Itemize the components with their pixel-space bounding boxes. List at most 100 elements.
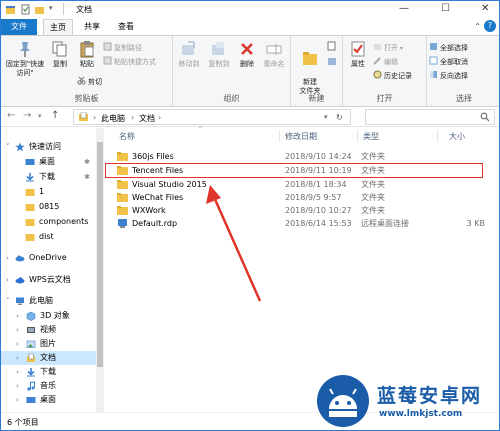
file-row[interactable]: WXWork 2018/9/10 10:27 文件夹 [111,204,495,217]
move-to-icon [182,41,195,55]
tab-view[interactable]: 查看 [111,19,141,35]
window-title: 文档 [76,5,92,14]
file-row[interactable]: 360js Files 2018/9/10 14:24 文件夹 [111,150,495,163]
search-icon[interactable] [480,112,490,122]
nav-item-folder-0815[interactable]: 0815 [1,200,96,214]
tab-file[interactable]: 文件 [1,19,37,35]
file-row[interactable]: Tencent Files 2018/9/11 10:19 文件夹 [111,164,495,177]
nav-quick-access[interactable]: ˅ 快速访问 [1,140,96,154]
expand-chevron-icon[interactable]: › [16,393,19,407]
expand-chevron-icon[interactable]: › [6,251,9,265]
expand-chevron-icon[interactable]: › [16,337,19,351]
select-none-button[interactable]: 全部取消 [429,56,468,67]
ribbon-collapse-chevron-icon[interactable]: ⌃ [474,22,481,31]
expand-chevron-icon[interactable]: ˅ [6,140,10,154]
search-box[interactable] [365,109,495,125]
nav-pc-music[interactable]: › 音乐 [1,379,96,393]
expand-chevron-icon[interactable]: › [16,351,19,365]
tab-share[interactable]: 共享 [77,19,107,35]
nav-pc-pictures[interactable]: › 图片 [1,337,96,351]
nav-item-folder-1[interactable]: 1 [1,185,96,199]
cut-button[interactable]: 剪切 [77,76,102,87]
nav-scrollbar-thumb[interactable] [97,142,103,367]
file-row[interactable]: WeChat Files 2018/9/5 9:57 文件夹 [111,191,495,204]
properties-qa-icon[interactable] [20,4,31,15]
forward-arrow-icon[interactable]: → [23,110,31,121]
easy-access-icon[interactable] [327,56,337,66]
open-button[interactable]: 打开 ▾ [373,42,403,53]
nav-pc-3d-objects[interactable]: › 3D 对象 [1,309,96,323]
file-row[interactable]: Visual Studio 2015 2018/8/1 18:34 文件夹 [111,178,495,191]
edit-button[interactable]: 编辑 [373,56,398,67]
nav-pc-desktop[interactable]: › 桌面 [1,393,96,407]
search-input[interactable] [370,111,478,123]
column-header-name[interactable]: 名称 [119,131,135,142]
expand-chevron-icon[interactable]: › [16,365,19,379]
column-divider[interactable] [357,130,358,142]
expand-chevron-icon[interactable]: › [16,379,19,393]
open-group: 属性 打开 ▾ 编辑 历史记录 打开 [343,36,427,106]
column-divider[interactable] [437,130,438,142]
new-folder-button[interactable]: 新建 文件夹 [295,40,325,96]
column-divider[interactable] [279,130,280,142]
new-item-icon[interactable] [327,41,337,51]
nav-wps-cloud[interactable]: › WPS云文档 [1,273,96,287]
select-all-button[interactable]: 全部选择 [429,42,468,53]
invert-selection-button[interactable]: 反向选择 [429,70,468,81]
properties-label: 属性 [351,60,365,68]
new-folder-qa-icon[interactable] [34,4,45,15]
nav-item-label: 3D 对象 [40,311,70,320]
up-arrow-icon[interactable]: ↑ [51,110,59,121]
nav-item-desktop[interactable]: 桌面 ✱ [1,155,96,169]
column-header-modified[interactable]: 修改日期 [285,131,317,142]
file-size: 3 KB [466,219,485,228]
minimize-button[interactable]: — [399,3,409,14]
qa-customize-dropdown[interactable]: ▾ [49,4,60,15]
nav-this-pc[interactable]: ˅ 此电脑 [1,294,96,308]
copy-button[interactable]: 复制 [47,40,73,69]
copy-to-button[interactable]: 复制到 [205,40,233,69]
nav-item-downloads[interactable]: 下载 ✱ [1,170,96,184]
open-label: 打开 [384,44,398,52]
close-button[interactable]: ✕ [481,3,489,14]
nav-pc-downloads[interactable]: › 下载 [1,365,96,379]
maximize-button[interactable]: ☐ [441,3,450,14]
tab-home[interactable]: 主页 [43,19,73,35]
properties-button[interactable]: 属性 [347,40,369,69]
nav-item-folder-components[interactable]: components [1,215,96,229]
nav-item-folder-dist[interactable]: dist [1,230,96,244]
explorer-icon [6,6,15,14]
expand-chevron-icon[interactable]: › [16,309,19,323]
column-header-type[interactable]: 类型 [363,131,379,142]
address-dropdown-chevron-icon[interactable]: ▾ [324,113,328,121]
breadcrumb-documents[interactable]: 文档 [139,113,155,124]
copy-path-button[interactable]: 复制路径 [103,42,142,53]
file-type: 文件夹 [361,180,385,189]
expand-chevron-icon[interactable]: ˅ [6,294,10,308]
rename-button[interactable]: 重命名 [259,40,289,69]
help-icon[interactable]: ? [484,20,496,32]
recent-locations-chevron-icon[interactable]: ▾ [38,112,42,120]
address-bar[interactable]: › 此电脑 › 文档 › ▾ ↻ [73,109,351,125]
nav-pc-documents[interactable]: › 文档 [1,351,96,365]
nav-item-label: 下载 [40,367,56,376]
paste-shortcut-button[interactable]: 粘贴快捷方式 [103,56,156,67]
refresh-icon[interactable]: ↻ [336,113,343,122]
move-to-button[interactable]: 移动到 [175,40,203,69]
breadcrumb-this-pc[interactable]: 此电脑 [101,113,125,124]
back-arrow-icon[interactable]: ← [7,110,15,121]
folder-icon [25,204,35,211]
column-header-size[interactable]: 大小 [449,131,465,142]
nav-scrollbar[interactable] [96,128,104,412]
paste-button[interactable]: 粘贴 [75,40,99,69]
watermark: 蓝莓安卓网 www.lmkjst.com [313,371,499,430]
nav-onedrive[interactable]: › OneDrive [1,251,96,265]
expand-chevron-icon[interactable]: › [6,273,9,287]
delete-button[interactable]: 删除 [235,40,259,69]
nav-pc-videos[interactable]: › 视频 [1,323,96,337]
file-row[interactable]: Default.rdp 2018/6/14 15:53 远程桌面连接 3 KB [111,217,495,230]
edit-icon [373,57,381,65]
pin-quick-access-button[interactable]: 固定到"快速访问" [5,40,45,78]
expand-chevron-icon[interactable]: › [16,323,19,337]
history-button[interactable]: 历史记录 [373,70,412,81]
